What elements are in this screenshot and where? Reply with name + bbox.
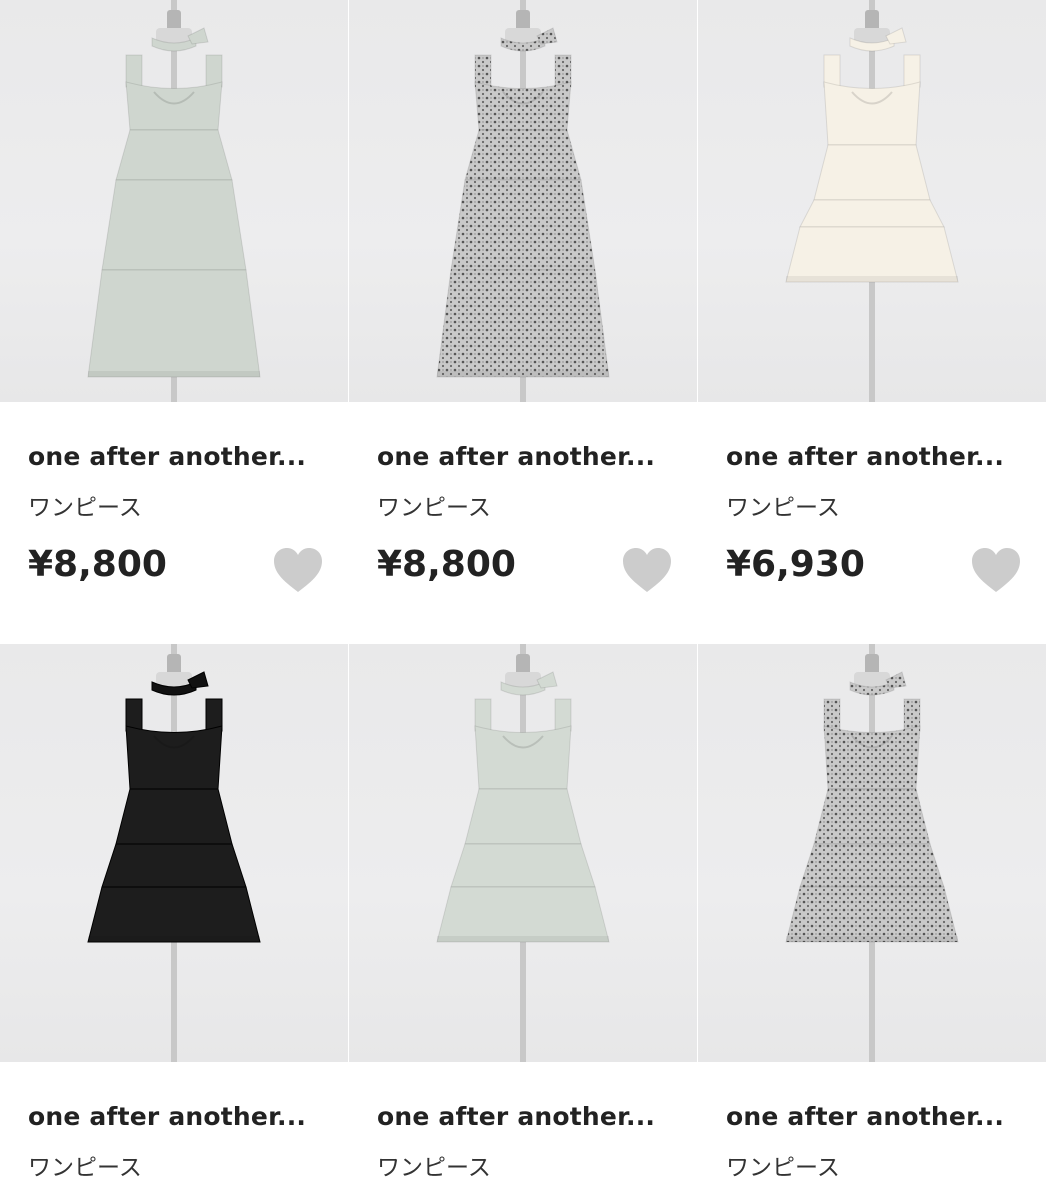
product-card[interactable]: one after another... ワンピース ¥8,800 bbox=[0, 0, 348, 644]
product-name[interactable]: one after another... bbox=[726, 1102, 1004, 1131]
product-image[interactable] bbox=[0, 0, 348, 402]
product-name[interactable]: one after another... bbox=[377, 1102, 655, 1131]
product-name[interactable]: one after another... bbox=[28, 1102, 306, 1131]
product-category: ワンピース bbox=[377, 1155, 491, 1181]
product-image[interactable] bbox=[698, 644, 1046, 1062]
product-price: ¥8,800 bbox=[377, 544, 516, 585]
heart-icon[interactable] bbox=[621, 546, 673, 594]
product-image[interactable] bbox=[349, 0, 697, 402]
product-grid: one after another... ワンピース ¥8,800 one af… bbox=[0, 0, 1046, 1200]
product-name[interactable]: one after another... bbox=[726, 442, 1004, 471]
product-category: ワンピース bbox=[28, 495, 142, 521]
product-category: ワンピース bbox=[726, 1155, 840, 1181]
product-image[interactable] bbox=[698, 0, 1046, 402]
product-name[interactable]: one after another... bbox=[377, 442, 655, 471]
product-category: ワンピース bbox=[28, 1155, 142, 1181]
product-card[interactable]: one after another... ワンピース ¥6,930 bbox=[698, 0, 1046, 644]
product-category: ワンピース bbox=[377, 495, 491, 521]
product-card[interactable]: one after another... ワンピース bbox=[0, 644, 348, 1200]
product-name[interactable]: one after another... bbox=[28, 442, 306, 471]
product-image[interactable] bbox=[0, 644, 348, 1062]
product-card[interactable]: one after another... ワンピース ¥8,800 bbox=[349, 0, 697, 644]
heart-icon[interactable] bbox=[970, 546, 1022, 594]
product-category: ワンピース bbox=[726, 495, 840, 521]
product-image[interactable] bbox=[349, 644, 697, 1062]
product-price: ¥6,930 bbox=[726, 544, 865, 585]
product-price: ¥8,800 bbox=[28, 544, 167, 585]
product-card[interactable]: one after another... ワンピース bbox=[698, 644, 1046, 1200]
heart-icon[interactable] bbox=[272, 546, 324, 594]
product-card[interactable]: one after another... ワンピース bbox=[349, 644, 697, 1200]
